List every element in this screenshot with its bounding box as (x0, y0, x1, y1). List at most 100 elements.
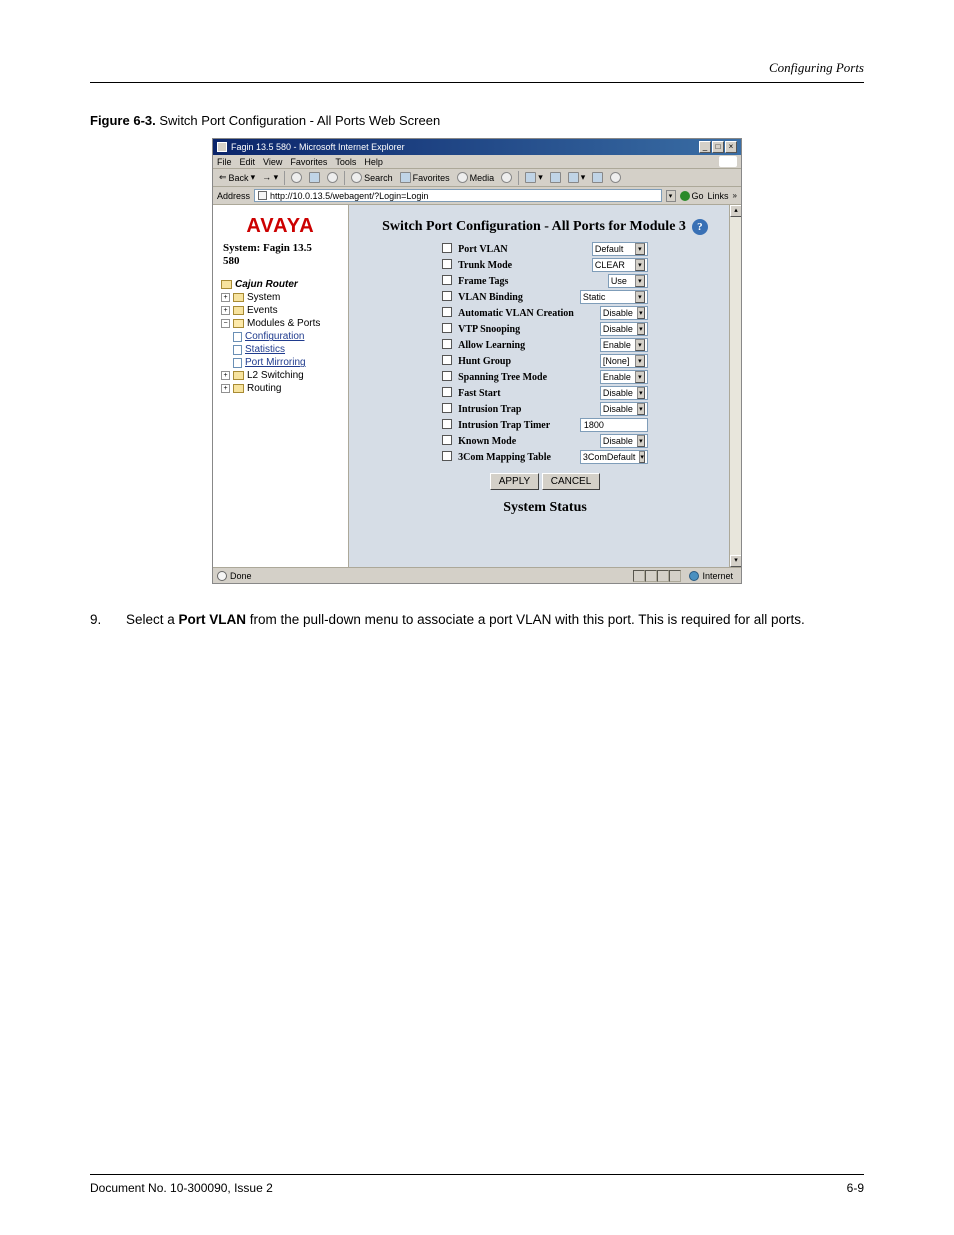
checkbox-hunt-group[interactable] (442, 355, 452, 365)
checkbox-vtp-snooping[interactable] (442, 323, 452, 333)
select-frame-tags[interactable]: Use▾ (608, 274, 648, 288)
menu-bar[interactable]: File Edit View Favorites Tools Help (213, 155, 741, 169)
discuss-button[interactable] (590, 171, 605, 185)
menu-edit[interactable]: Edit (240, 157, 256, 167)
row-intrusion-trap: Intrusion Trap Disable▾ (439, 401, 651, 417)
search-button[interactable]: Search (349, 171, 395, 185)
scroll-up-button[interactable]: ▴ (730, 205, 741, 217)
media-button[interactable]: Media (455, 171, 497, 185)
select-known-mode[interactable]: Disable▾ (600, 434, 648, 448)
url-input[interactable]: http://10.0.13.5/webagent/?Login=Login (254, 189, 661, 202)
forward-button[interactable]: → ▾ (260, 171, 280, 185)
toolbar: ⇐ Back ▾ → ▾ Search Favorites Media ▾ ▾ (213, 169, 741, 187)
checkbox-known-mode[interactable] (442, 435, 452, 445)
select-intrusion-trap[interactable]: Disable▾ (600, 402, 648, 416)
apply-button[interactable]: APPLY (490, 473, 540, 490)
go-button[interactable]: Go (680, 191, 704, 201)
print-button[interactable] (548, 171, 563, 185)
menu-help[interactable]: Help (364, 157, 383, 167)
row-vlan-binding: VLAN Binding Static▾ (439, 289, 651, 305)
checkbox-vlan-binding[interactable] (442, 291, 452, 301)
scroll-down-button[interactable]: ▾ (730, 555, 741, 567)
select-vlan-binding[interactable]: Static▾ (580, 290, 648, 304)
node-l2-switching[interactable]: + L2 Switching (221, 369, 344, 382)
label-allow-learning: Allow Learning (455, 337, 577, 353)
checkbox-allow-learning[interactable] (442, 339, 452, 349)
cancel-button[interactable]: CANCEL (542, 473, 601, 490)
links-label[interactable]: Links (708, 191, 729, 201)
home-button[interactable] (325, 171, 340, 185)
select-mapping-table[interactable]: 3ComDefault▾ (580, 450, 648, 464)
scroll-track[interactable] (730, 217, 741, 555)
vertical-scrollbar[interactable]: ▴ ▾ (729, 205, 741, 567)
ms-flag-icon (719, 156, 737, 167)
menu-tools[interactable]: Tools (335, 157, 356, 167)
node-events[interactable]: + Events (221, 304, 344, 317)
select-fast-start[interactable]: Disable▾ (600, 386, 648, 400)
checkbox-stp-mode[interactable] (442, 371, 452, 381)
row-allow-learning: Allow Learning Enable▾ (439, 337, 651, 353)
checkbox-port-vlan[interactable] (442, 243, 452, 253)
history-button[interactable] (499, 171, 514, 185)
close-button[interactable]: × (725, 141, 737, 153)
mail-button[interactable]: ▾ (523, 171, 545, 185)
checkbox-intrusion-trap[interactable] (442, 403, 452, 413)
help-icon[interactable]: ? (692, 219, 708, 235)
row-intrusion-timer: Intrusion Trap Timer 1800 (439, 417, 651, 433)
expand-icon[interactable]: + (221, 306, 230, 315)
menu-favorites[interactable]: Favorites (290, 157, 327, 167)
minimize-button[interactable]: _ (699, 141, 711, 153)
checkbox-intrusion-timer[interactable] (442, 419, 452, 429)
main-heading: Switch Port Configuration - All Ports fo… (349, 205, 741, 241)
status-box (657, 570, 669, 582)
system-label: System: Fagin 13.5 580 (217, 240, 344, 276)
row-fast-start: Fast Start Disable▾ (439, 385, 651, 401)
select-vtp-snooping[interactable]: Disable▾ (600, 322, 648, 336)
checkbox-fast-start[interactable] (442, 387, 452, 397)
label-hunt-group: Hunt Group (455, 353, 577, 369)
config-form: Port VLAN Default▾ Trunk Mode CLEAR▾ Fra… (439, 241, 651, 465)
node-system[interactable]: + System (221, 291, 344, 304)
maximize-button[interactable]: □ (712, 141, 724, 153)
expand-icon[interactable]: + (221, 293, 230, 302)
node-configuration[interactable]: Configuration (221, 330, 344, 343)
node-cajun-router[interactable]: Cajun Router (221, 278, 344, 291)
select-stp-mode[interactable]: Enable▾ (600, 370, 648, 384)
label-stp-mode: Spanning Tree Mode (455, 369, 577, 385)
expand-icon[interactable]: + (221, 384, 230, 393)
checkbox-frame-tags[interactable] (442, 275, 452, 285)
edit-button[interactable]: ▾ (566, 171, 588, 185)
menu-view[interactable]: View (263, 157, 282, 167)
node-port-mirroring[interactable]: Port Mirroring (221, 356, 344, 369)
checkbox-trunk-mode[interactable] (442, 259, 452, 269)
stop-button[interactable] (289, 171, 304, 185)
select-trunk-mode[interactable]: CLEAR▾ (592, 258, 648, 272)
node-routing[interactable]: + Routing (221, 382, 344, 395)
expand-icon[interactable]: + (221, 371, 230, 380)
folder-icon (233, 371, 244, 380)
menu-file[interactable]: File (217, 157, 232, 167)
collapse-icon[interactable]: − (221, 319, 230, 328)
checkbox-auto-vlan[interactable] (442, 307, 452, 317)
node-statistics[interactable]: Statistics (221, 343, 344, 356)
url-dropdown-button[interactable]: ▾ (666, 190, 676, 202)
address-label: Address (217, 191, 250, 201)
back-button[interactable]: ⇐ Back ▾ (217, 171, 257, 185)
node-modules-ports[interactable]: − Modules & Ports (221, 317, 344, 330)
page-icon (258, 191, 267, 200)
messenger-button[interactable] (608, 171, 623, 185)
label-known-mode: Known Mode (455, 433, 577, 449)
main-panel: Switch Port Configuration - All Ports fo… (349, 205, 741, 567)
refresh-button[interactable] (307, 171, 322, 185)
favorites-button[interactable]: Favorites (398, 171, 452, 185)
row-mapping-table: 3Com Mapping Table 3ComDefault▾ (439, 449, 651, 465)
label-fast-start: Fast Start (455, 385, 577, 401)
status-box (669, 570, 681, 582)
select-hunt-group[interactable]: [None]▾ (600, 354, 648, 368)
input-intrusion-timer[interactable]: 1800 (580, 418, 648, 432)
select-allow-learning[interactable]: Enable▾ (600, 338, 648, 352)
checkbox-mapping-table[interactable] (442, 451, 452, 461)
label-auto-vlan: Automatic VLAN Creation (455, 305, 577, 321)
select-port-vlan[interactable]: Default▾ (592, 242, 648, 256)
select-auto-vlan[interactable]: Disable▾ (600, 306, 648, 320)
